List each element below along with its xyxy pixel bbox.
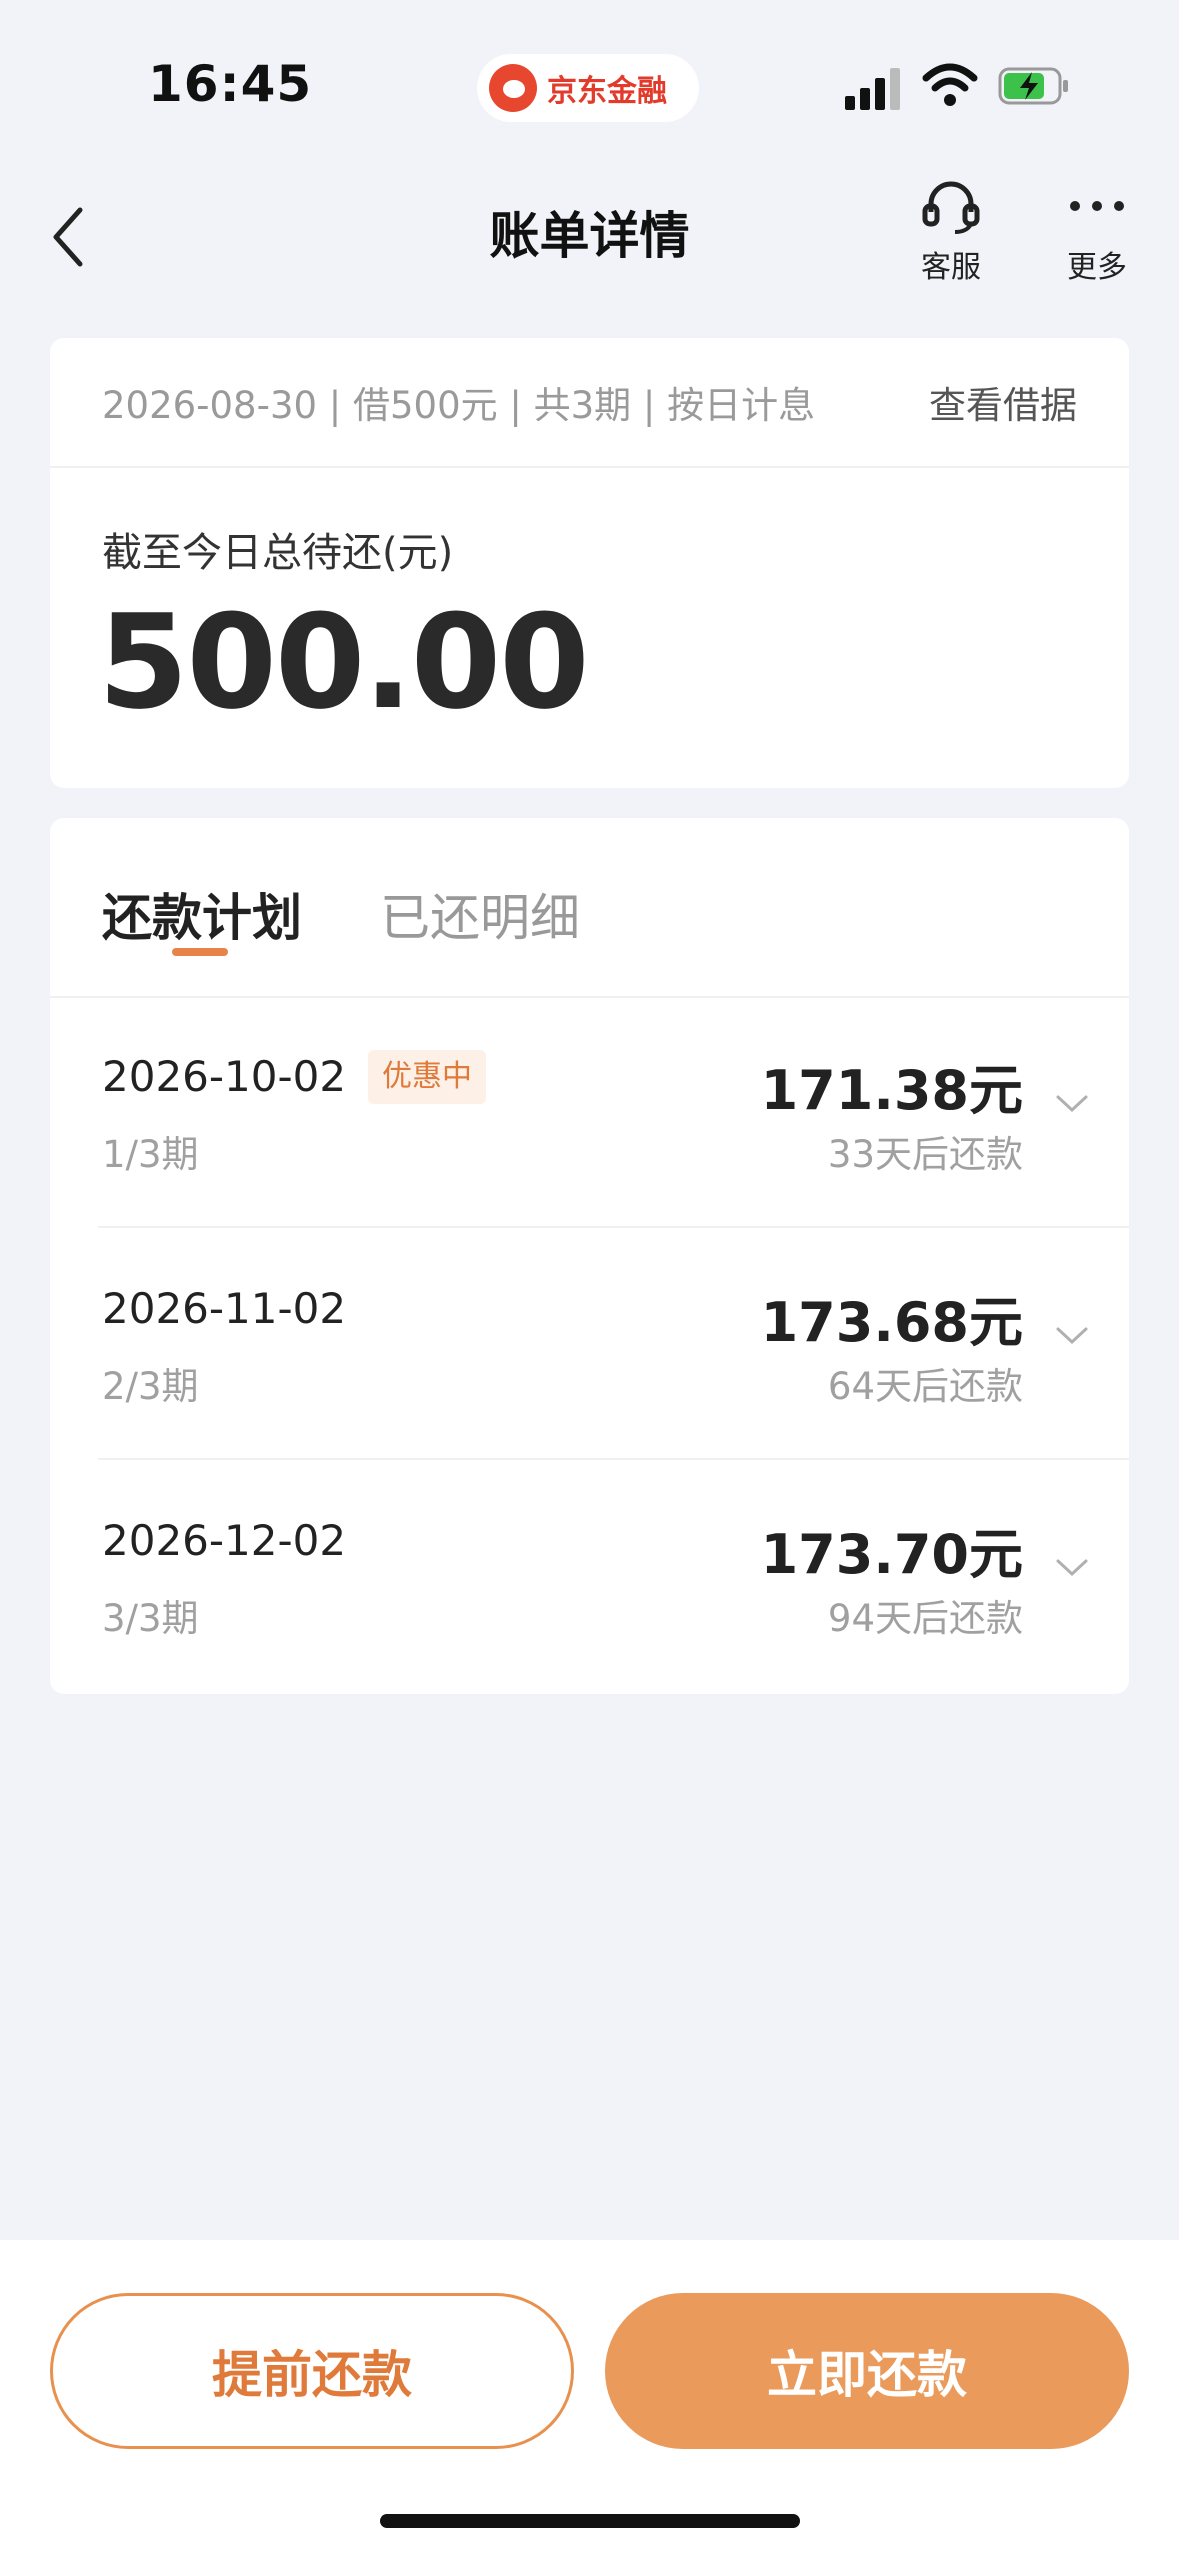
installment-row[interactable]: 2026-11-02 2/3期 173.68元 64天后还款 [50, 1228, 1129, 1460]
loan-meta-text: 2026-08-30 | 借500元 | 共3期 | 按日计息 [102, 384, 816, 427]
repayment-plan-card: 还款计划 已还明细 2026-10-02 优惠中 1/3期 171.38元 33… [50, 818, 1129, 1694]
more-label: 更多 [1067, 250, 1127, 285]
chevron-down-icon[interactable] [1055, 1326, 1089, 1346]
installment-due: 94天后还款 [827, 1597, 1023, 1640]
installment-row[interactable]: 2026-12-02 3/3期 173.70元 94天后还款 [50, 1460, 1129, 1692]
total-due-label: 截至今日总待还(元) [102, 530, 454, 576]
installment-row[interactable]: 2026-10-02 优惠中 1/3期 171.38元 33天后还款 [50, 996, 1129, 1228]
nav-bar: 账单详情 客服 更多 [0, 170, 1179, 320]
more-dots-icon [1070, 201, 1124, 211]
chevron-down-icon[interactable] [1055, 1558, 1089, 1578]
status-time: 16:45 [148, 55, 313, 113]
jd-finance-logo-icon [489, 64, 537, 112]
tab-repaid-details[interactable]: 已还明细 [380, 878, 580, 950]
bottom-action-bar: 提前还款 立即还款 [0, 2240, 1179, 2556]
installment-period: 1/3期 [102, 1133, 199, 1176]
installment-date: 2026-10-02 [102, 1052, 347, 1101]
view-receipt-link[interactable]: 查看借据 [929, 375, 1077, 429]
installment-amount: 171.38元 [760, 1059, 1023, 1122]
more-button[interactable]: 更多 [1052, 178, 1142, 286]
page-title: 账单详情 [489, 207, 690, 265]
loan-meta-row: 2026-08-30 | 借500元 | 共3期 | 按日计息 查看借据 [50, 338, 1129, 468]
installment-period: 2/3期 [102, 1365, 199, 1408]
wifi-icon [922, 63, 978, 106]
installment-date: 2026-12-02 [102, 1516, 347, 1565]
repay-now-button[interactable]: 立即还款 [605, 2293, 1129, 2449]
active-tab-indicator [172, 948, 228, 956]
discount-badge: 优惠中 [368, 1050, 486, 1104]
installment-due: 64天后还款 [827, 1365, 1023, 1408]
customer-service-button[interactable]: 客服 [906, 178, 996, 286]
home-indicator[interactable] [380, 2514, 800, 2528]
installment-date: 2026-11-02 [102, 1284, 347, 1333]
installment-amount: 173.68元 [760, 1291, 1023, 1354]
installment-due: 33天后还款 [827, 1133, 1023, 1176]
tab-repayment-plan[interactable]: 还款计划 [102, 878, 302, 950]
signal-icon [845, 68, 900, 110]
bill-summary-card: 2026-08-30 | 借500元 | 共3期 | 按日计息 查看借据 截至今… [50, 338, 1129, 788]
status-bar: 16:45 京东金融 [0, 0, 1179, 170]
total-due-amount: 500.00 [98, 586, 590, 738]
battery-charging-icon [998, 67, 1068, 105]
app-name: 京东金融 [547, 74, 667, 109]
customer-service-label: 客服 [921, 250, 981, 285]
headset-icon [922, 181, 980, 234]
installment-period: 3/3期 [102, 1597, 199, 1640]
app-indicator-pill[interactable]: 京东金融 [477, 54, 699, 122]
chevron-down-icon[interactable] [1055, 1094, 1089, 1114]
early-repay-button[interactable]: 提前还款 [50, 2293, 574, 2449]
plan-tabs: 还款计划 已还明细 [50, 818, 1129, 998]
installment-amount: 173.70元 [760, 1523, 1023, 1586]
